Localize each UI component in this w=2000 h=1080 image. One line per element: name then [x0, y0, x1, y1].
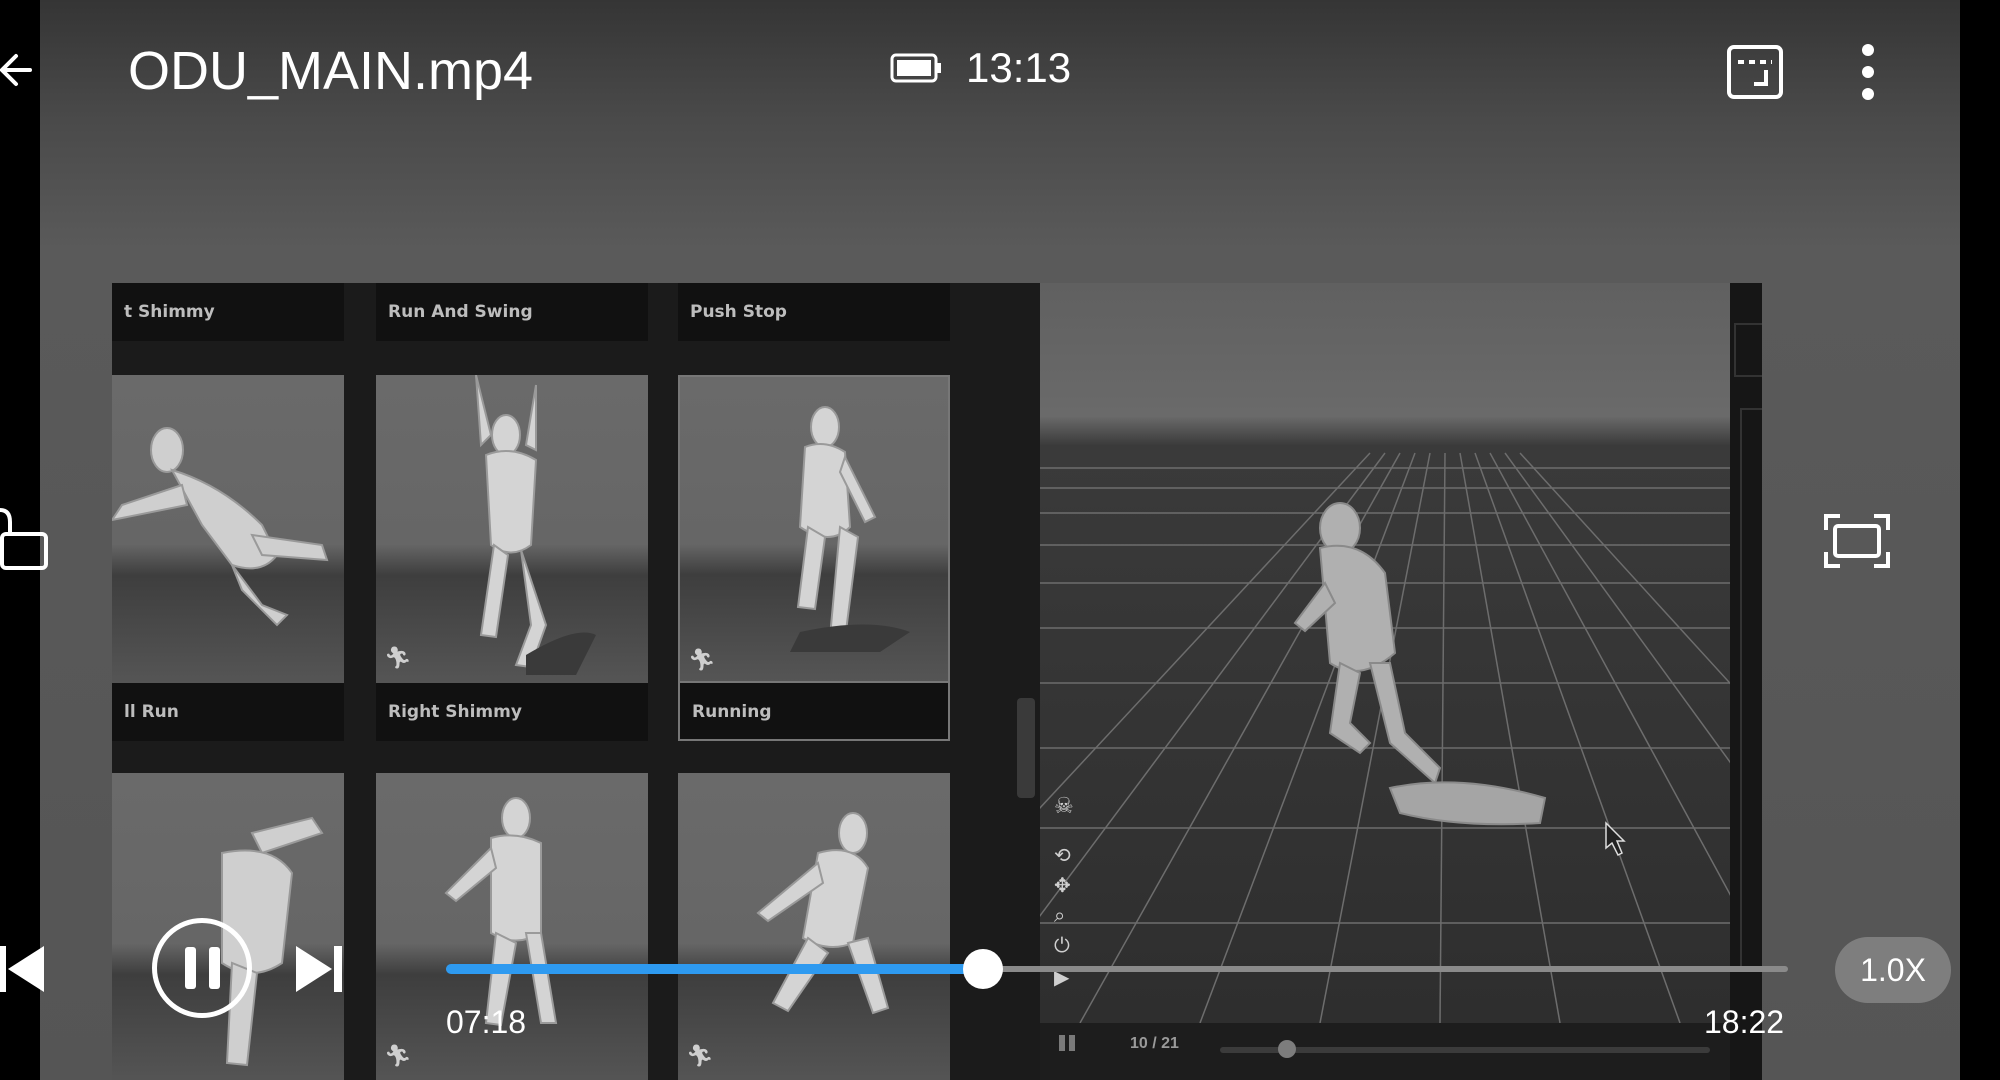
3d-viewport[interactable]: ☠ ⟲ ✥ ⌕ ⏻ ▶	[1040, 283, 1730, 1023]
back-arrow-icon[interactable]	[0, 40, 34, 100]
power-icon[interactable]: ⏻	[1054, 935, 1070, 958]
video-stage[interactable]: t Shimmy Run And Swing Push Stop 🏃︎ 🏃︎ l…	[40, 0, 1960, 1080]
timeline-knob[interactable]	[1278, 1040, 1296, 1058]
skull-icon[interactable]: ☠	[1054, 793, 1074, 819]
library-card-label: ll Run	[112, 683, 344, 741]
library-card-label: t Shimmy	[112, 283, 344, 341]
panel-box	[1740, 408, 1762, 972]
library-scrollbar[interactable]	[1017, 698, 1035, 798]
pause-icon	[185, 947, 220, 989]
running-character	[1293, 502, 1547, 826]
progress-fill	[446, 964, 983, 974]
battery-icon	[890, 53, 941, 83]
running-figure-icon: 🏃︎	[688, 647, 716, 672]
video-title: ODU_MAIN.mp4	[128, 41, 534, 101]
progress-knob[interactable]	[962, 949, 1003, 989]
library-thumbnail-selected[interactable]: 🏃︎	[678, 375, 950, 683]
viewport-timeline: 10 / 21	[1040, 1023, 1730, 1080]
library-thumbnail: 🏃︎	[376, 375, 648, 683]
current-time: 07:18	[446, 1004, 527, 1040]
frame-counter: 10 / 21	[1130, 1035, 1179, 1052]
viewport-toolbar: ☠ ⟲ ✥ ⌕ ⏻ ▶	[1040, 793, 1096, 1023]
running-figure-icon: 🏃︎	[384, 645, 412, 670]
library-thumbnail	[112, 375, 344, 683]
library-thumbnail: 🏃︎	[678, 773, 950, 1080]
panel-box	[1734, 323, 1762, 377]
figure-pose-graphic	[112, 427, 329, 627]
clock: 13:13	[966, 44, 1072, 91]
library-card-label: Run And Swing	[376, 283, 648, 341]
figure-pose-graphic	[790, 406, 910, 652]
running-figure-icon: 🏃︎	[686, 1043, 714, 1068]
floor-grid	[1040, 452, 1730, 1023]
aspect-ratio-icon[interactable]	[1726, 44, 1784, 100]
video-frame[interactable]: t Shimmy Run And Swing Push Stop 🏃︎ 🏃︎ l…	[112, 283, 1762, 1080]
pause-button[interactable]	[152, 918, 252, 1018]
playback-speed-button[interactable]: 1.0X	[1835, 937, 1951, 1003]
library-card-label: Push Stop	[678, 283, 950, 341]
viewport-side-panel	[1730, 283, 1762, 1080]
more-vert-icon[interactable]	[1856, 42, 1880, 102]
total-time: 18:22	[1704, 1004, 1785, 1040]
skip-next-icon[interactable]	[294, 944, 346, 994]
rotate-icon[interactable]: ⟲	[1054, 843, 1071, 868]
skip-previous-icon[interactable]	[0, 944, 46, 994]
figure-pose-graphic	[756, 812, 890, 1015]
running-figure-icon: 🏃︎	[384, 1043, 412, 1068]
timeline-pause-icon[interactable]	[1058, 1033, 1076, 1053]
unlock-icon[interactable]	[0, 508, 48, 572]
library-card-label: Running	[678, 683, 950, 741]
zoom-icon[interactable]: ⌕	[1054, 905, 1065, 928]
library-card-label: Right Shimmy	[376, 683, 648, 741]
move-icon[interactable]: ✥	[1054, 873, 1071, 898]
capture-frame-icon[interactable]	[1822, 512, 1892, 570]
figure-pose-graphic	[475, 375, 596, 675]
